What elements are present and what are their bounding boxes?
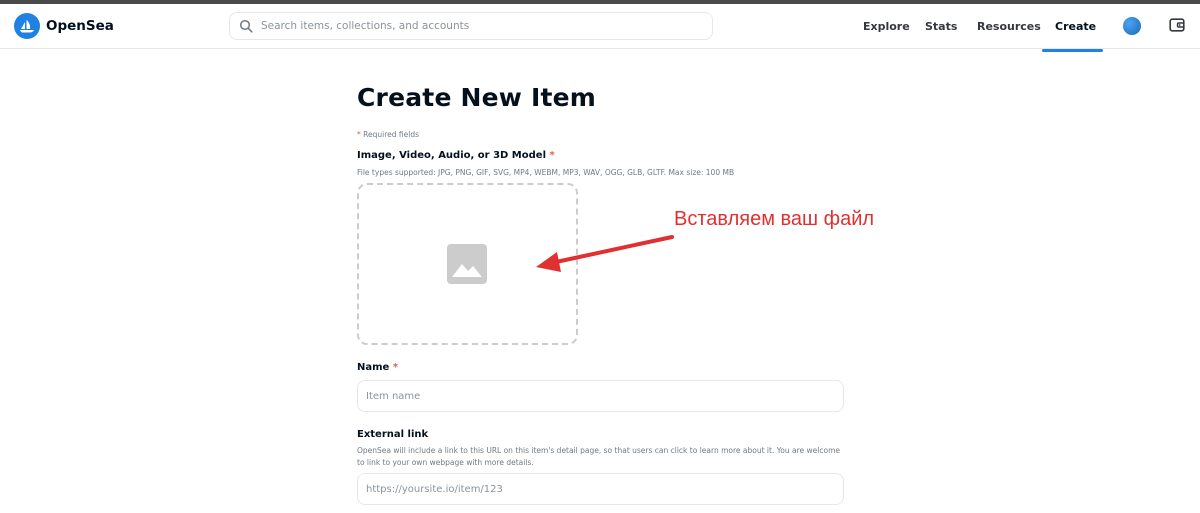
- nav-stats[interactable]: Stats: [925, 4, 957, 49]
- search-icon: [239, 19, 253, 33]
- external-link-field[interactable]: [357, 473, 844, 505]
- brand-name: OpenSea: [46, 18, 114, 34]
- opensea-logo-icon: [14, 13, 40, 39]
- profile-avatar[interactable]: [1123, 17, 1141, 35]
- name-label: Name *: [357, 362, 399, 373]
- name-field[interactable]: [357, 380, 844, 412]
- nav-create[interactable]: Create: [1055, 4, 1096, 49]
- active-nav-indicator: [1042, 49, 1103, 52]
- search-input[interactable]: [261, 20, 701, 32]
- search-bar[interactable]: [229, 12, 713, 40]
- external-link-help-text: OpenSea will include a link to this URL …: [357, 446, 840, 467]
- external-link-input[interactable]: [366, 483, 831, 495]
- nav-resources[interactable]: Resources: [977, 4, 1041, 49]
- nav-explore[interactable]: Explore: [863, 4, 910, 49]
- annotation-text: Вставляем ваш файл: [674, 208, 875, 230]
- annotation-arrow: [536, 235, 674, 272]
- image-placeholder-icon: [447, 244, 487, 284]
- media-help-text: File types supported: JPG, PNG, GIF, SVG…: [357, 168, 735, 177]
- external-link-label: External link: [357, 429, 429, 440]
- opensea-logo[interactable]: OpenSea: [14, 13, 114, 39]
- required-fields-note: * Required fields: [357, 130, 419, 139]
- media-label: Image, Video, Audio, or 3D Model *: [357, 150, 555, 161]
- wallet-icon[interactable]: [1169, 17, 1185, 33]
- name-input[interactable]: [366, 390, 831, 402]
- media-upload-dropzone[interactable]: [357, 183, 578, 345]
- page-title: Create New Item: [357, 83, 597, 112]
- top-nav-bar: OpenSea Explore Stats Resources Create: [0, 4, 1200, 52]
